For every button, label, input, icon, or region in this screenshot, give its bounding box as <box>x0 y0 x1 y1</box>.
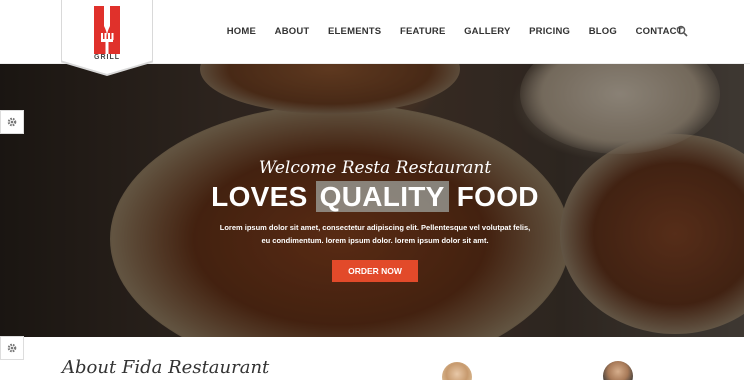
settings-toggle-top[interactable] <box>0 110 24 134</box>
hero-banner: Welcome Resta Restaurant LOVES QUALITY F… <box>0 64 750 337</box>
hero-headline: LOVES QUALITY FOOD <box>0 181 750 213</box>
nav-item-pricing[interactable]: PRICING <box>520 26 580 37</box>
headline-pre: LOVES <box>211 181 316 212</box>
logo-text: GRILL <box>94 54 120 61</box>
nav-item-home[interactable]: HOME <box>217 26 265 37</box>
main-nav: HOME ABOUT ELEMENTS FEATURE GALLERY PRIC… <box>217 0 692 62</box>
search-icon[interactable] <box>676 25 688 37</box>
headline-highlight: QUALITY <box>315 181 449 212</box>
about-title: About Fida Restaurant <box>62 357 270 378</box>
headline-post: FOOD <box>448 181 539 212</box>
hero-description-line-1: Lorem ipsum dolor sit amet, consectetur … <box>219 223 531 232</box>
nav-item-elements[interactable]: ELEMENTS <box>319 26 391 37</box>
nav-item-gallery[interactable]: GALLERY <box>455 26 520 37</box>
hero-welcome: Welcome Resta Restaurant <box>258 158 492 178</box>
right-edge-tab <box>744 64 750 337</box>
knife-fork-icon <box>94 6 120 54</box>
site-logo[interactable]: GRILL <box>62 0 152 74</box>
team-member-avatar <box>603 361 633 380</box>
settings-toggle-bottom[interactable] <box>0 336 24 360</box>
gear-icon <box>7 343 17 353</box>
hero-description: Lorem ipsum dolor sit amet, consectetur … <box>200 221 550 247</box>
hero-description-line-2: eu condimentum. lorem ipsum dolor. lorem… <box>261 236 489 245</box>
gear-icon <box>7 117 17 127</box>
nav-item-about[interactable]: ABOUT <box>265 26 318 37</box>
team-member-avatar <box>442 362 472 380</box>
nav-item-feature[interactable]: FEATURE <box>391 26 455 37</box>
nav-item-blog[interactable]: BLOG <box>579 26 626 37</box>
order-now-button[interactable]: ORDER NOW <box>332 260 418 282</box>
hero-content: Welcome Resta Restaurant LOVES QUALITY F… <box>0 64 750 337</box>
